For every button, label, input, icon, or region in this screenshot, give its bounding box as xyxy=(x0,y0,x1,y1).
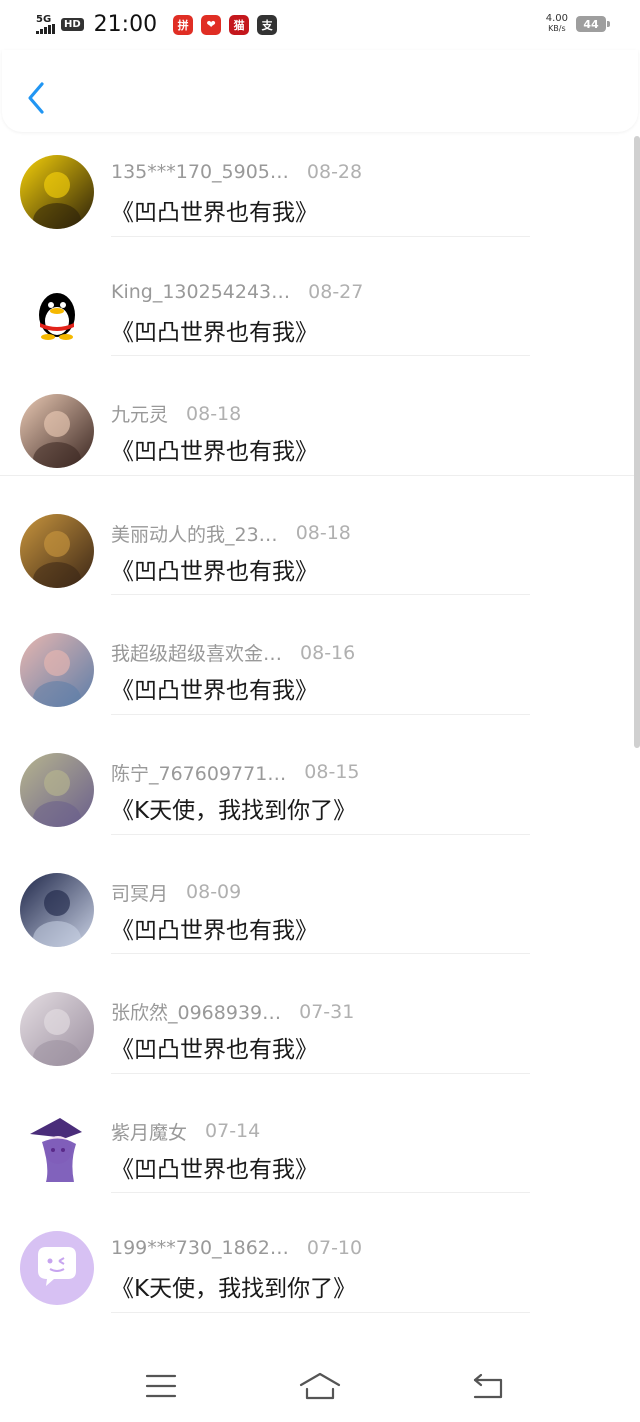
home-icon xyxy=(299,1372,341,1400)
speed-unit: KB/s xyxy=(548,24,566,33)
message-content: 《凹凸世界也有我》 xyxy=(111,319,318,346)
avatar[interactable] xyxy=(20,872,94,947)
list-item[interactable]: 135***170_5905… 08-28 《凹凸世界也有我》 xyxy=(0,117,640,237)
back-button[interactable] xyxy=(20,78,52,118)
message-content: 《凹凸世界也有我》 xyxy=(111,678,318,705)
message-content: 《凹凸世界也有我》 xyxy=(111,1037,318,1064)
message-content: 《凹凸世界也有我》 xyxy=(111,917,318,944)
notification-icons: 拼 ❤ 猫支 xyxy=(173,14,278,35)
avatar[interactable] xyxy=(20,1111,94,1186)
message-date: 07-10 xyxy=(306,1237,363,1260)
network-type: 5G xyxy=(36,14,52,25)
scrollbar[interactable] xyxy=(634,136,640,748)
home-button[interactable] xyxy=(290,1364,350,1408)
list-item[interactable]: 九元灵 08-18 《凹凸世界也有我》 xyxy=(0,356,640,476)
message-date: 08-18 xyxy=(295,522,351,545)
alipay-icon: 支 xyxy=(257,14,278,35)
message-meta: 司冥月 08-09 xyxy=(111,879,241,906)
message-content: 《凹凸世界也有我》 xyxy=(111,200,318,226)
message-meta: 紫月魔女 07-14 xyxy=(111,1118,260,1145)
chevron-left-icon xyxy=(28,82,44,114)
message-date: 08-09 xyxy=(186,881,242,904)
hd-badge: HD xyxy=(61,18,84,31)
avatar[interactable] xyxy=(20,633,94,708)
message-meta: 我超级超级喜欢金… 08-16 xyxy=(111,639,355,666)
message-date: 08-15 xyxy=(304,761,360,784)
list-item[interactable]: 紫月魔女 07-14 《凹凸世界也有我》 xyxy=(0,1074,640,1194)
username: 美丽动人的我_23… xyxy=(111,523,278,546)
message-date: 08-27 xyxy=(308,280,364,303)
avatar[interactable] xyxy=(20,155,94,229)
message-content: 《凹凸世界也有我》 xyxy=(111,1156,318,1183)
message-meta: 135***170_5905… 08-28 xyxy=(111,161,362,183)
username: 九元灵 xyxy=(111,404,169,427)
avatar[interactable] xyxy=(20,1231,94,1306)
speed-value: 4.00 xyxy=(545,13,568,24)
avatar[interactable] xyxy=(20,992,94,1067)
username: 张欣然_0968939… xyxy=(111,1002,282,1025)
message-content: 《K天使，我找到你了》 xyxy=(111,1276,357,1303)
message-date: 07-14 xyxy=(205,1120,261,1143)
message-meta: 张欣然_0968939… 07-31 xyxy=(111,998,354,1025)
divider xyxy=(111,1311,530,1313)
message-date: 08-18 xyxy=(186,402,242,425)
avatar[interactable] xyxy=(20,394,94,469)
avatar[interactable] xyxy=(20,274,94,349)
username: 135***170_5905… xyxy=(111,161,289,183)
menu-button[interactable] xyxy=(131,1364,191,1408)
avatar[interactable] xyxy=(20,513,94,588)
battery-level: 44 xyxy=(583,17,599,31)
pinduoduo-icon: 拼 xyxy=(173,14,194,35)
back-nav-button[interactable] xyxy=(458,1364,518,1408)
battery-icon: 44 xyxy=(576,16,610,32)
taobao-icon: ❤ xyxy=(201,14,222,35)
cellular-signal-icon: 5G xyxy=(36,15,55,34)
message-date: 08-16 xyxy=(300,641,356,664)
message-meta: 199***730_1862… 07-10 xyxy=(111,1237,362,1259)
username: King_130254243… xyxy=(111,280,291,303)
username: 199***730_1862… xyxy=(111,1237,289,1260)
tmall-icon: 猫 xyxy=(229,14,250,35)
list-item[interactable]: 张欣然_0968939… 07-31 《凹凸世界也有我》 xyxy=(0,954,640,1074)
list-item[interactable]: 美丽动人的我_23… 08-18 《凹凸世界也有我》 xyxy=(0,476,640,596)
network-speed: 4.00 KB/s xyxy=(546,14,568,34)
message-content: 《凹凸世界也有我》 xyxy=(111,558,318,585)
username: 紫月魔女 xyxy=(111,1121,188,1144)
status-time: 21:00 xyxy=(93,12,158,37)
list-item[interactable]: 199***730_1862… 07-10 《K天使，我找到你了》 xyxy=(0,1193,640,1313)
list-item[interactable]: 我超级超级喜欢金… 08-16 《凹凸世界也有我》 xyxy=(0,595,640,715)
message-content: 《K天使，我找到你了》 xyxy=(111,797,357,824)
system-nav-bar xyxy=(0,1350,640,1422)
message-meta: 美丽动人的我_23… 08-18 xyxy=(111,520,351,547)
menu-icon xyxy=(145,1374,177,1398)
message-meta: 陈宁_767609771… 08-15 xyxy=(111,759,360,786)
username: 陈宁_767609771… xyxy=(111,762,287,785)
message-date: 08-28 xyxy=(306,161,363,183)
list-item[interactable]: King_130254243… 08-27 《凹凸世界也有我》 xyxy=(0,237,640,357)
back-icon xyxy=(473,1373,503,1399)
list-item[interactable]: 司冥月 08-09 《凹凸世界也有我》 xyxy=(0,835,640,955)
message-meta: King_130254243… 08-27 xyxy=(111,281,363,303)
message-meta: 九元灵 08-18 xyxy=(111,400,241,427)
message-date: 07-31 xyxy=(299,1000,355,1023)
list-item[interactable]: 陈宁_767609771… 08-15 《K天使，我找到你了》 xyxy=(0,715,640,835)
username: 我超级超级喜欢金… xyxy=(111,643,283,666)
message-content: 《凹凸世界也有我》 xyxy=(111,439,318,466)
status-bar: 5G HD 21:00 拼 ❤ 猫支 4.00 KB/s 44 xyxy=(0,0,640,50)
message-list: 135***170_5905… 08-28 《凹凸世界也有我》 King_130254… xyxy=(0,117,640,1313)
avatar[interactable] xyxy=(20,752,94,827)
username: 司冥月 xyxy=(111,882,169,905)
